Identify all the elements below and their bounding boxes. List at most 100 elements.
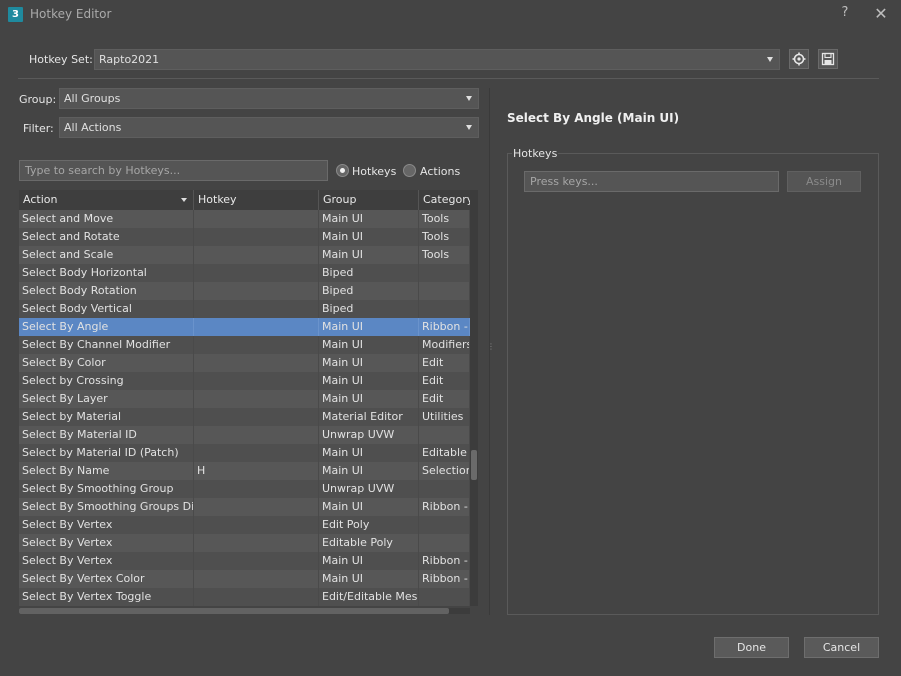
actions-radio-label: Actions (420, 165, 461, 178)
cell-hotkey (194, 426, 319, 444)
table-row[interactable]: Select by Material ID (Patch) Main UI Edit… (19, 444, 470, 462)
cell-action: Select By Material ID (19, 426, 194, 444)
horizontal-scroll-thumb[interactable] (19, 608, 449, 614)
cell-action: Select by Material ID (Patch) (19, 444, 194, 462)
cell-action: Select Body Rotation (19, 282, 194, 300)
hotkey-set-settings-button[interactable] (789, 49, 809, 69)
table-row[interactable]: Select and Scale Main UI Tools (19, 246, 470, 264)
table-row[interactable]: Select By Material ID Unwrap UVW (19, 426, 470, 444)
cell-group: Biped (319, 282, 419, 300)
cell-group: Edit Poly (319, 516, 419, 534)
cell-category: Tools (419, 228, 470, 246)
column-header-category[interactable]: Category (419, 190, 473, 210)
close-icon[interactable]: ✕ (872, 4, 890, 24)
chevron-down-icon (466, 96, 472, 101)
assign-button[interactable]: Assign (787, 171, 861, 192)
table-row[interactable]: Select By Vertex Main UIRibbon - M (19, 552, 470, 570)
cell-group: Main UI (319, 462, 419, 480)
table-row[interactable]: Select By Vertex Editable Poly (19, 534, 470, 552)
hotkey-set-dropdown[interactable]: Rapto2021 (94, 49, 780, 70)
table-vertical-scrollbar[interactable] (470, 190, 478, 606)
column-header-group[interactable]: Group (319, 190, 419, 210)
table-row[interactable]: Select by Material Material Editor Utiliti… (19, 408, 470, 426)
table-row[interactable]: Select By Smoothing Group Unwrap UVW (19, 480, 470, 498)
cell-category: Editable P (419, 444, 470, 462)
vertical-scroll-thumb[interactable] (471, 450, 477, 480)
cell-group: Main UI (319, 228, 419, 246)
cell-action: Select By Vertex Toggle (19, 588, 194, 606)
cell-action: Select By Angle (19, 318, 194, 336)
help-button[interactable]: ? (838, 5, 852, 23)
cell-action: Select By Layer (19, 390, 194, 408)
filter-dropdown[interactable]: All Actions (59, 117, 479, 138)
cell-hotkey (194, 390, 319, 408)
cell-group: Material Editor (319, 408, 419, 426)
table-row[interactable]: Select Body Vertical Biped (19, 300, 470, 318)
table-header: Action Hotkey Group Category (19, 190, 473, 210)
cell-hotkey (194, 300, 319, 318)
table-row[interactable]: Select By Smoothing Groups Dialog Main UI… (19, 498, 470, 516)
column-header-hotkey[interactable]: Hotkey (194, 190, 319, 210)
actions-radio[interactable] (403, 164, 416, 177)
cell-hotkey (194, 498, 319, 516)
table-row[interactable]: Select By Name H Main UI Selection (19, 462, 470, 480)
filter-value: All Actions (64, 121, 122, 134)
table-row[interactable]: Select Body Horizontal Biped (19, 264, 470, 282)
table-row[interactable]: Select By Layer Main UI Edit (19, 390, 470, 408)
table-row[interactable]: Select and Rotate Main UI Tools (19, 228, 470, 246)
selected-action-title: Select By Angle (Main UI) (507, 111, 680, 125)
table-row[interactable]: Select Body Rotation Biped (19, 282, 470, 300)
cell-group: Editable Poly (319, 534, 419, 552)
sort-down-icon (181, 198, 187, 202)
save-icon (821, 52, 835, 66)
done-button[interactable]: Done (714, 637, 789, 658)
cell-group: Main UI (319, 552, 419, 570)
cell-hotkey (194, 534, 319, 552)
table-row[interactable]: Select by Crossing Main UI Edit (19, 372, 470, 390)
header-divider (18, 78, 879, 79)
cell-group: Main UI (319, 354, 419, 372)
table-row[interactable]: Select By Angle Main UIRibbon - M (19, 318, 470, 336)
table-row[interactable]: Select By Channel Modifier Main UI Modifie… (19, 336, 470, 354)
cell-category: Edit (419, 390, 470, 408)
hotkeys-radio[interactable] (336, 164, 349, 177)
table-horizontal-scrollbar[interactable] (19, 608, 470, 614)
cell-action: Select by Material (19, 408, 194, 426)
cell-action: Select Body Vertical (19, 300, 194, 318)
table-row[interactable]: Select By Color Main UI Edit (19, 354, 470, 372)
actions-table: Action Hotkey Group Category Select and … (19, 190, 478, 606)
column-header-action-label: Action (23, 193, 58, 206)
column-header-action[interactable]: Action (19, 190, 194, 210)
cell-action: Select By Vertex (19, 534, 194, 552)
cell-hotkey (194, 516, 319, 534)
cell-action: Select by Crossing (19, 372, 194, 390)
table-row[interactable]: Select By Vertex Edit Poly (19, 516, 470, 534)
search-input[interactable]: Type to search by Hotkeys... (19, 160, 328, 181)
group-value: All Groups (64, 92, 121, 105)
table-row[interactable]: Select By Vertex Color Main UIRibbon - M (19, 570, 470, 588)
cell-category: Modifiers (419, 336, 470, 354)
cell-action: Select By Vertex (19, 516, 194, 534)
cell-group: Main UI (319, 444, 419, 462)
table-row[interactable]: Select By Vertex Toggle Edit/Editable Mes… (19, 588, 470, 606)
cell-group: Main UI (319, 336, 419, 354)
cell-action: Select By Name (19, 462, 194, 480)
cell-action: Select By Smoothing Group (19, 480, 194, 498)
cell-category (419, 480, 470, 498)
group-dropdown[interactable]: All Groups (59, 88, 479, 109)
group-label: Group: (19, 93, 57, 106)
hotkey-set-label: Hotkey Set: (29, 53, 93, 66)
save-hotkey-set-button[interactable] (818, 49, 838, 69)
cancel-button[interactable]: Cancel (804, 637, 879, 658)
cell-action: Select and Rotate (19, 228, 194, 246)
cell-hotkey (194, 444, 319, 462)
cell-category: Ribbon - M (419, 498, 470, 516)
cell-group: Biped (319, 300, 419, 318)
splitter-handle-icon[interactable]: ⋮ (487, 343, 495, 355)
cell-category: Ribbon - M (419, 570, 470, 588)
cell-group: Main UI (319, 318, 419, 336)
cell-group: Main UI (319, 372, 419, 390)
press-keys-input[interactable]: Press keys... (524, 171, 779, 192)
cell-hotkey (194, 354, 319, 372)
table-row[interactable]: Select and Move Main UI Tools (19, 210, 470, 228)
